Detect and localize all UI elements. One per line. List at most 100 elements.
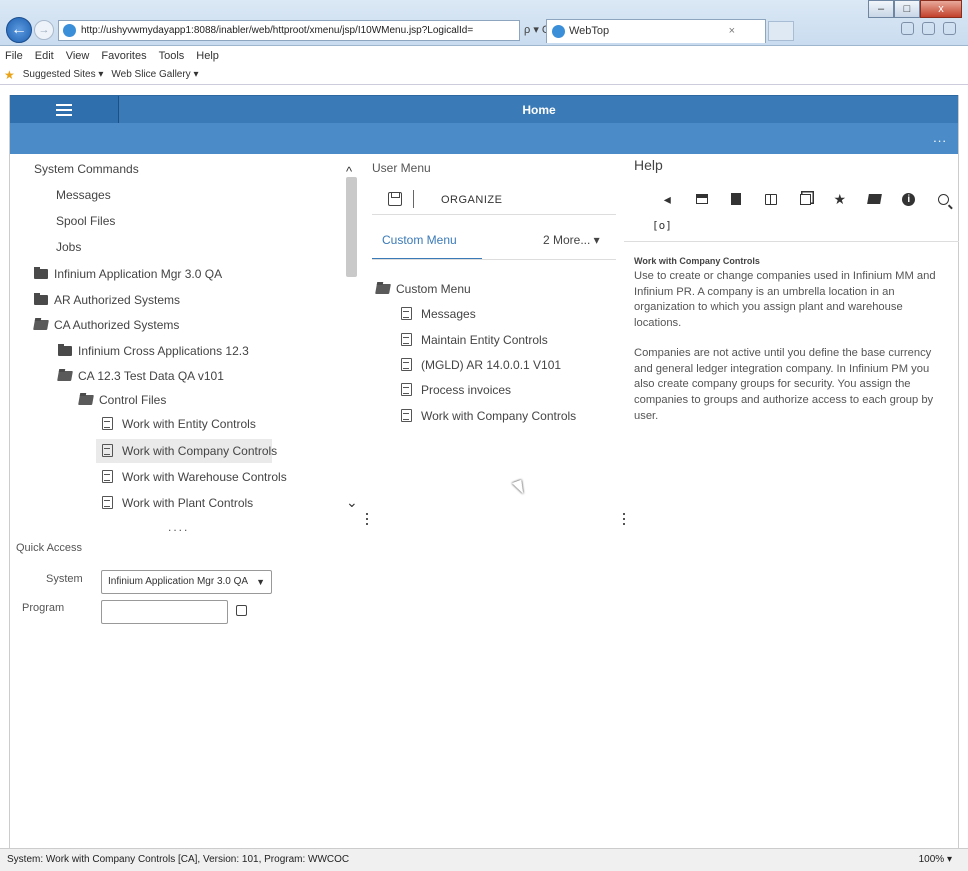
more-items-dots[interactable]: ....	[168, 520, 189, 534]
nav-ca-test-data[interactable]: CA 12.3 Test Data QA v101	[57, 364, 224, 388]
tab-close-icon[interactable]: ×	[729, 20, 735, 42]
nav-plant-controls[interactable]: Work with Plant Controls	[102, 491, 253, 515]
menu-file[interactable]: File	[4, 47, 24, 65]
divider	[372, 214, 616, 215]
folder-open-icon	[78, 395, 94, 405]
minimize-button[interactable]: –	[868, 0, 894, 18]
forward-icon[interactable]: →	[34, 20, 54, 40]
expand-icon[interactable]: [o]	[652, 219, 672, 232]
menu-edit[interactable]: Edit	[34, 47, 55, 65]
menu-item-messages[interactable]: Messages	[401, 307, 476, 321]
browser-tool-icons	[901, 22, 956, 35]
system-select-value: Infinium Application Mgr 3.0 QA	[108, 576, 249, 587]
contents-icon[interactable]	[719, 190, 754, 208]
back-icon[interactable]: ←	[6, 17, 32, 43]
nav-infinium-app-mgr[interactable]: Infinium Application Mgr 3.0 QA	[34, 262, 222, 286]
nav-label: Infinium Application Mgr 3.0 QA	[54, 267, 223, 281]
document-icon	[401, 358, 412, 371]
zoom-level[interactable]: 100% ▾	[919, 849, 952, 871]
system-select[interactable]: Infinium Application Mgr 3.0 QA ▼	[101, 570, 272, 594]
ie-page-icon	[63, 24, 76, 37]
nav-ca-authorized[interactable]: CA Authorized Systems	[33, 313, 179, 337]
nav-scrollbar[interactable]	[346, 177, 357, 277]
toolbar-divider	[413, 190, 414, 208]
nav-system-commands[interactable]: System Commands	[34, 157, 139, 181]
menu-view[interactable]: View	[65, 47, 91, 65]
menu-item-company-controls[interactable]: Work with Company Controls	[401, 409, 576, 423]
app-subbar: ...	[9, 123, 959, 154]
settings-gear-icon[interactable]	[943, 22, 956, 35]
nav-jobs[interactable]: Jobs	[56, 235, 81, 259]
save-icon[interactable]	[388, 192, 402, 206]
help-title: Help	[634, 157, 663, 173]
nav-entity-controls[interactable]: Work with Entity Controls	[102, 412, 256, 436]
nav-label: Infinium Cross Applications 12.3	[78, 344, 249, 358]
nav-label: Control Files	[99, 393, 167, 407]
menu-favorites[interactable]: Favorites	[100, 47, 147, 65]
menu-item-mgld-ar[interactable]: (MGLD) AR 14.0.0.1 V101	[401, 358, 561, 372]
copy-icon[interactable]	[788, 190, 823, 208]
nav-ar-authorized[interactable]: AR Authorized Systems	[34, 288, 180, 312]
fav-suggested-sites[interactable]: Suggested Sites ▾	[23, 65, 104, 84]
nav-label: Work with Plant Controls	[122, 496, 254, 510]
browser-tab[interactable]: WebTop ×	[546, 19, 766, 43]
menu-item-entity-controls[interactable]: Maintain Entity Controls	[401, 333, 548, 347]
nav-label: AR Authorized Systems	[54, 293, 181, 307]
tab-custom-menu[interactable]: Custom Menu	[372, 222, 482, 260]
folder-icon	[34, 267, 48, 279]
new-tab-button[interactable]	[768, 21, 794, 41]
favorite-icon[interactable]: ★	[823, 190, 858, 208]
nav-warehouse-controls[interactable]: Work with Warehouse Controls	[102, 465, 287, 489]
address-bar[interactable]: http://ushyvwmydayapp1:8088/inabler/web/…	[58, 20, 520, 41]
nav-messages[interactable]: Messages	[56, 183, 111, 207]
document-icon	[102, 496, 113, 509]
menu-help[interactable]: Help	[195, 47, 220, 65]
info-icon[interactable]: i	[892, 190, 927, 208]
search-icon[interactable]	[926, 190, 961, 208]
back-icon[interactable]: ◂	[650, 190, 685, 208]
maximize-button[interactable]: □	[894, 0, 920, 18]
folder-open-icon	[375, 284, 391, 294]
nav-spool-files[interactable]: Spool Files	[56, 209, 115, 233]
folder-icon[interactable]	[857, 190, 892, 208]
tab-title: WebTop	[569, 25, 610, 37]
hamburger-menu-icon[interactable]	[9, 96, 119, 124]
menu-tools[interactable]: Tools	[158, 47, 186, 65]
document-icon	[401, 409, 412, 422]
folder-open-icon	[57, 371, 73, 381]
document-icon	[401, 333, 412, 346]
menu-item-label: Maintain Entity Controls	[421, 333, 548, 347]
nav-control-files[interactable]: Control Files	[78, 388, 167, 412]
more-options-icon[interactable]: ...	[933, 130, 947, 145]
help-heading: Work with Company Controls	[634, 256, 760, 266]
favorites-star-icon[interactable]: ★	[4, 65, 15, 84]
menu-root-label: Custom Menu	[396, 282, 471, 296]
status-text: System: Work with Company Controls [CA],…	[7, 854, 350, 865]
fav-web-slice-gallery[interactable]: Web Slice Gallery ▾	[111, 65, 198, 84]
nav-cross-applications[interactable]: Infinium Cross Applications 12.3	[58, 339, 249, 363]
ie-tab-icon	[552, 25, 565, 38]
document-icon	[401, 383, 412, 396]
nav-label: Work with Company Controls	[122, 444, 278, 458]
favorites-star-icon[interactable]	[922, 22, 935, 35]
menu-item-label: Work with Company Controls	[421, 409, 577, 423]
menu-item-label: (MGLD) AR 14.0.0.1 V101	[421, 358, 562, 372]
launch-program-icon[interactable]	[236, 605, 247, 616]
print-icon[interactable]	[685, 190, 720, 208]
menu-item-process-invoices[interactable]: Process invoices	[401, 383, 511, 397]
custom-menu-root[interactable]: Custom Menu	[375, 282, 471, 296]
nav-company-controls[interactable]: Work with Company Controls	[96, 439, 277, 463]
home-icon[interactable]	[901, 22, 914, 35]
close-window-button[interactable]: x	[920, 0, 962, 18]
divider	[624, 241, 959, 242]
nav-label: CA 12.3 Test Data QA v101	[78, 369, 224, 383]
organize-button[interactable]: ORGANIZE	[441, 194, 502, 206]
page-title: Home	[522, 103, 556, 117]
scroll-down-icon[interactable]: ⌄	[346, 494, 358, 511]
menu-item-label: Messages	[421, 307, 476, 321]
more-tabs-dropdown[interactable]: 2 More... ▾	[543, 233, 600, 247]
program-input[interactable]	[101, 600, 228, 624]
splitter-right-icon[interactable]	[623, 513, 625, 527]
book-icon[interactable]	[754, 190, 789, 208]
splitter-left-icon[interactable]	[366, 513, 368, 527]
